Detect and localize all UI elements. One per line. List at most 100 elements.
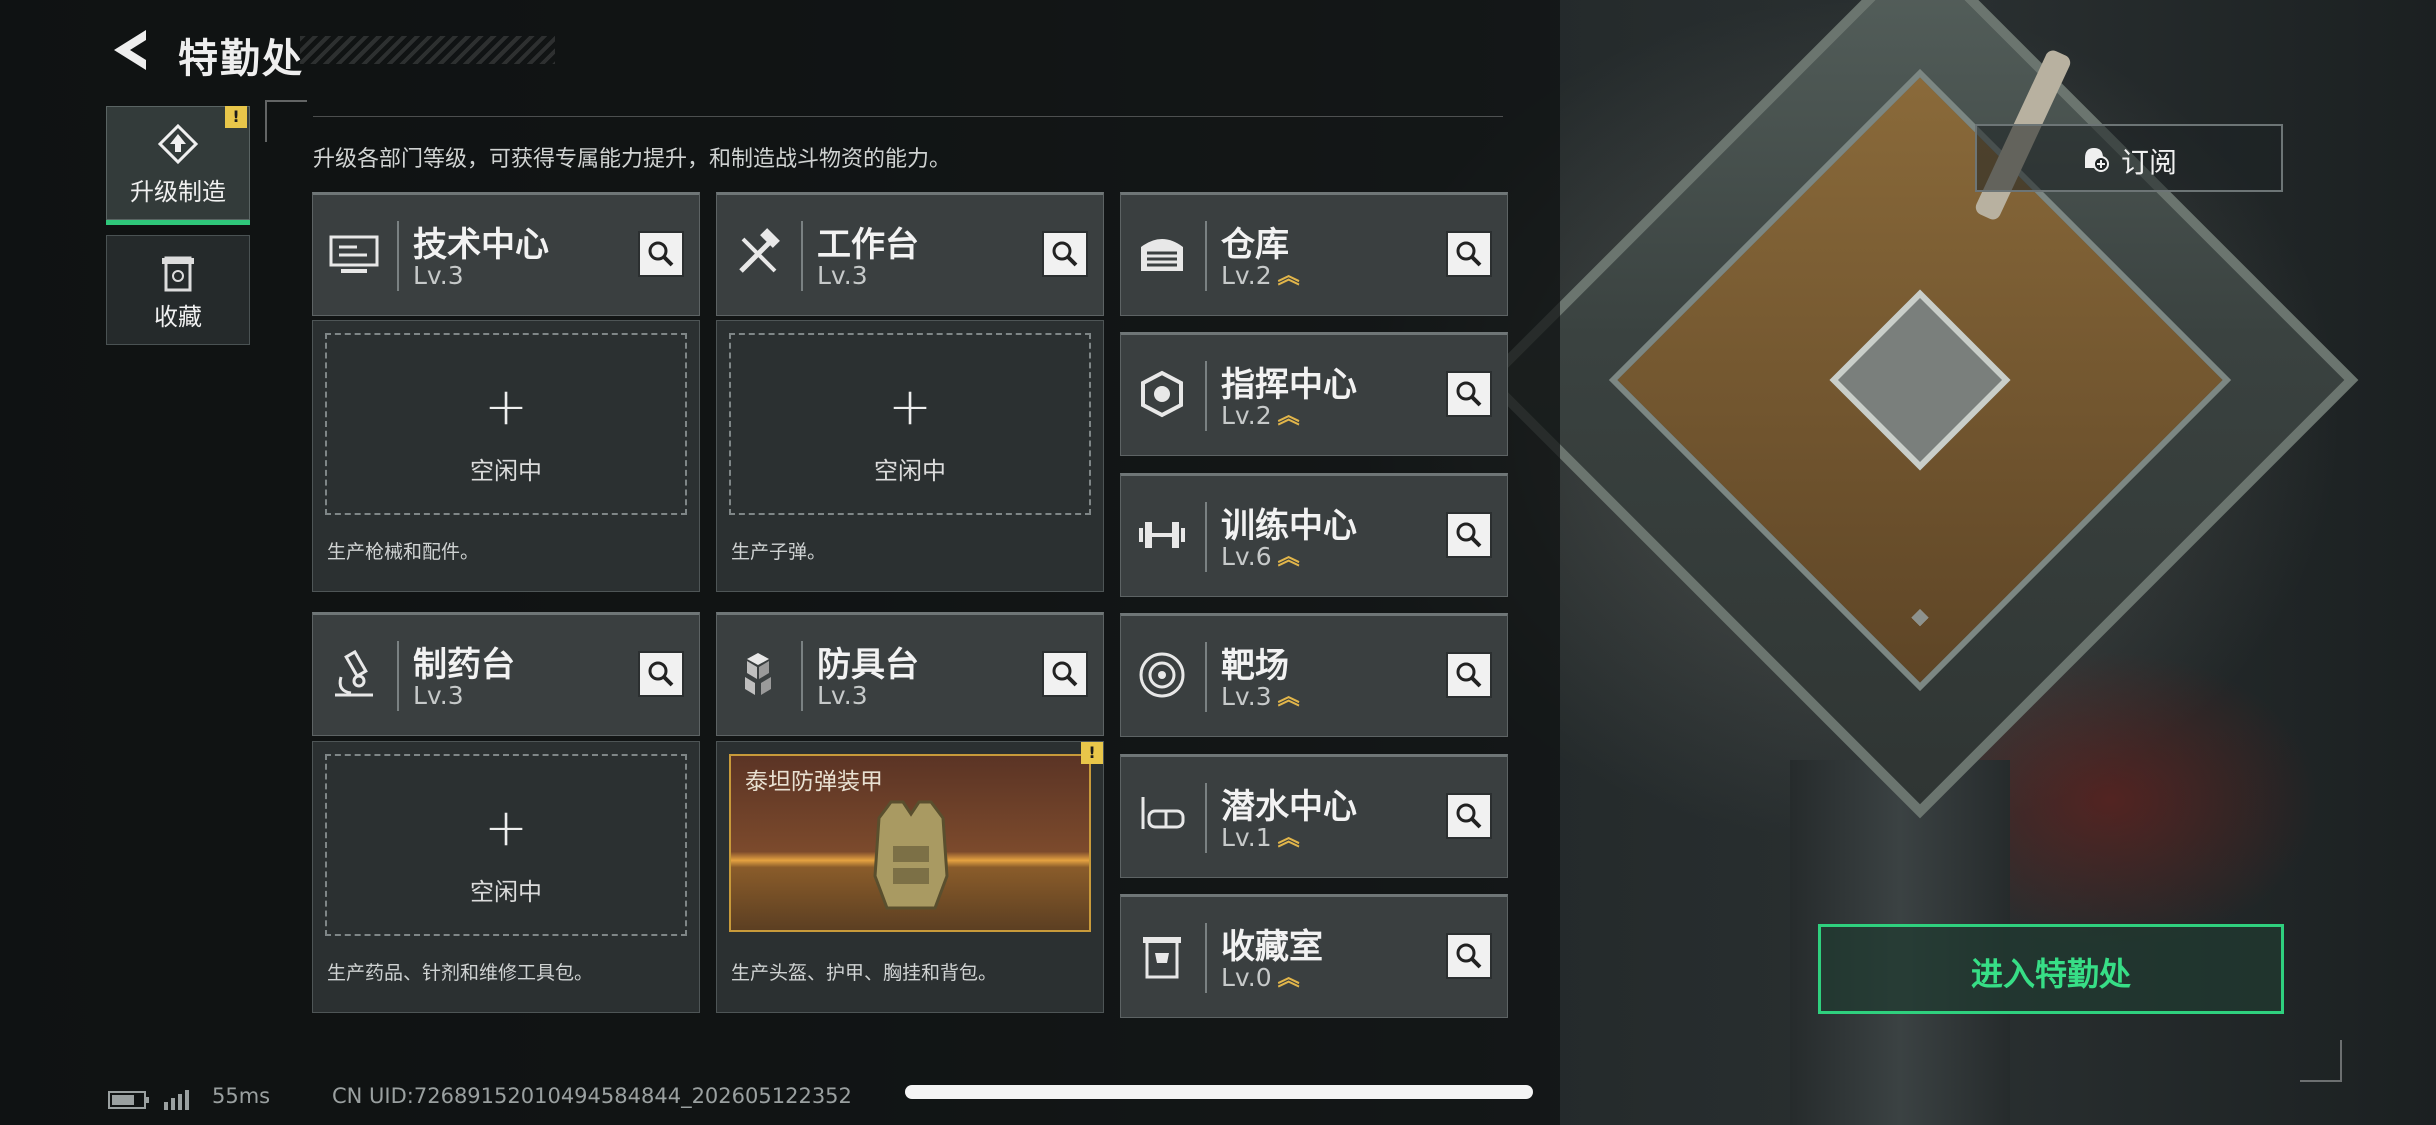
dept-level: Lv.2 ︽ [1221,401,1300,430]
search-icon [1456,241,1482,267]
upgrade-icon [157,123,199,165]
back-button[interactable] [108,26,152,74]
production-item-in-progress[interactable]: 泰坦防弹装甲 [729,754,1091,932]
frame-corner [265,100,307,142]
dept-level: Lv.3 [413,261,464,290]
level-text: Lv.1 [1221,823,1272,852]
dept-level: Lv.0 ︽ [1221,963,1300,992]
enter-special-ops-button[interactable]: 进入特勤处 [1818,924,2284,1014]
dept-name: 训练中心 [1221,506,1357,546]
production-slot-empty[interactable]: + 空闲中 [729,333,1091,515]
slot-status: 空闲中 [874,457,946,485]
add-production-icon: + [484,798,528,858]
page-hint: 升级各部门等级，可获得专属能力提升，和制造战斗物资的能力。 [313,147,952,172]
microscope-icon [335,649,373,697]
monitor-icon [329,235,379,273]
dept-name: 指挥中心 [1221,365,1357,405]
ping-text: 55ms [212,1084,271,1108]
dept-name: 仓库 [1221,225,1289,265]
subscribe-button[interactable]: 订阅 [1975,124,2283,192]
title-decoration [300,36,555,64]
search-icon [648,661,674,687]
card-divider [1205,502,1207,572]
target-icon [1139,652,1185,698]
dept-level: Lv.2 ︽ [1221,261,1300,290]
screen: 特勤处 升级各部门等级，可获得专属能力提升，和制造战斗物资的能力。 升级制造 !… [0,0,2436,1125]
level-text: Lv.0 [1221,963,1272,992]
sidebar-item-upgrade[interactable]: 升级制造 ! [106,106,250,225]
dept-card-range[interactable]: 靶场 Lv.3 ︽ [1120,613,1508,737]
search-icon [648,241,674,267]
production-slot-empty[interactable]: + 空闲中 [325,754,687,936]
card-divider [397,641,399,711]
dept-card-warehouse[interactable]: 仓库 Lv.2 ︽ [1120,192,1508,316]
header-divider [313,116,1503,117]
search-icon [1456,522,1482,548]
card-divider [1205,642,1207,712]
upgrade-available-icon: ︽ [1277,404,1300,429]
subscribe-icon [2085,148,2109,172]
production-description: 生产子弹。 [731,541,827,563]
upgrade-available-icon: ︽ [1277,685,1300,710]
dept-card-training[interactable]: 训练中心 Lv.6 ︽ [1120,473,1508,597]
cubes-icon [745,653,771,695]
dept-level: Lv.6 ︽ [1221,542,1300,571]
battery-signal-icon [108,1090,189,1110]
dept-card-diving[interactable]: 潜水中心 Lv.1 ︽ [1120,754,1508,878]
upgrade-available-icon: ︽ [1277,826,1300,851]
inspect-button[interactable] [1042,651,1088,697]
dept-level: Lv.1 ︽ [1221,823,1300,852]
level-text: Lv.3 [817,681,868,710]
inspect-button[interactable] [1446,933,1492,979]
production-description: 生产枪械和配件。 [327,541,480,563]
dept-name: 潜水中心 [1221,787,1357,827]
production-item-name: 泰坦防弹装甲 [745,769,883,795]
production-panel-workbench: + 空闲中 生产子弹。 [716,320,1104,592]
inspect-button[interactable] [1446,371,1492,417]
upgrade-available-icon: ︽ [1277,264,1300,289]
page-title: 特勤处 [178,36,304,82]
inspect-button[interactable] [638,651,684,697]
inspect-button[interactable] [1446,652,1492,698]
add-production-icon: + [888,377,932,437]
level-text: Lv.2 [1221,401,1272,430]
frame-corner [2300,1040,2342,1082]
subscribe-label: 订阅 [2121,146,2178,179]
card-divider [1205,221,1207,291]
home-indicator[interactable] [905,1085,1533,1099]
production-slot-empty[interactable]: + 空闲中 [325,333,687,515]
dept-name: 工作台 [817,225,919,265]
production-panel-pharmacy: + 空闲中 生产药品、针剂和维修工具包。 [312,741,700,1013]
dept-card-workbench[interactable]: 工作台 Lv.3 [716,192,1104,316]
dept-card-tech[interactable]: 技术中心 Lv.3 [312,192,700,316]
user-id-text: CN UID:72689152010494584844_202605122352 [332,1084,852,1108]
inspect-button[interactable] [638,231,684,277]
inspect-button[interactable] [1042,231,1088,277]
dept-card-vault[interactable]: 收藏室 Lv.0 ︽ [1120,894,1508,1018]
sidebar-item-label: 升级制造 [130,178,226,206]
sidebar-item-label: 收藏 [154,303,202,331]
search-icon [1456,803,1482,829]
search-icon [1456,381,1482,407]
dept-level: Lv.3 [413,681,464,710]
dept-name: 技术中心 [413,225,549,265]
add-production-icon: + [484,377,528,437]
production-description: 生产药品、针剂和维修工具包。 [327,962,594,984]
active-tab-indicator [106,220,250,225]
inspect-button[interactable] [1446,231,1492,277]
upgrade-available-icon: ︽ [1277,966,1300,991]
dept-card-command[interactable]: 指挥中心 Lv.2 ︽ [1120,332,1508,456]
inspect-button[interactable] [1446,793,1492,839]
level-text: Lv.3 [413,681,464,710]
dept-card-pharmacy[interactable]: 制药台 Lv.3 [312,612,700,736]
body-armor-icon [873,800,949,910]
trophy-icon [1143,937,1181,979]
collection-icon [162,256,194,292]
dept-card-armor[interactable]: 防具台 Lv.3 [716,612,1104,736]
sidebar-item-collection[interactable]: 收藏 [106,235,250,345]
warning-badge: ! [1081,742,1103,764]
inspect-button[interactable] [1446,512,1492,558]
dept-level: Lv.3 [817,261,868,290]
card-divider [1205,783,1207,853]
warning-badge: ! [225,106,247,128]
